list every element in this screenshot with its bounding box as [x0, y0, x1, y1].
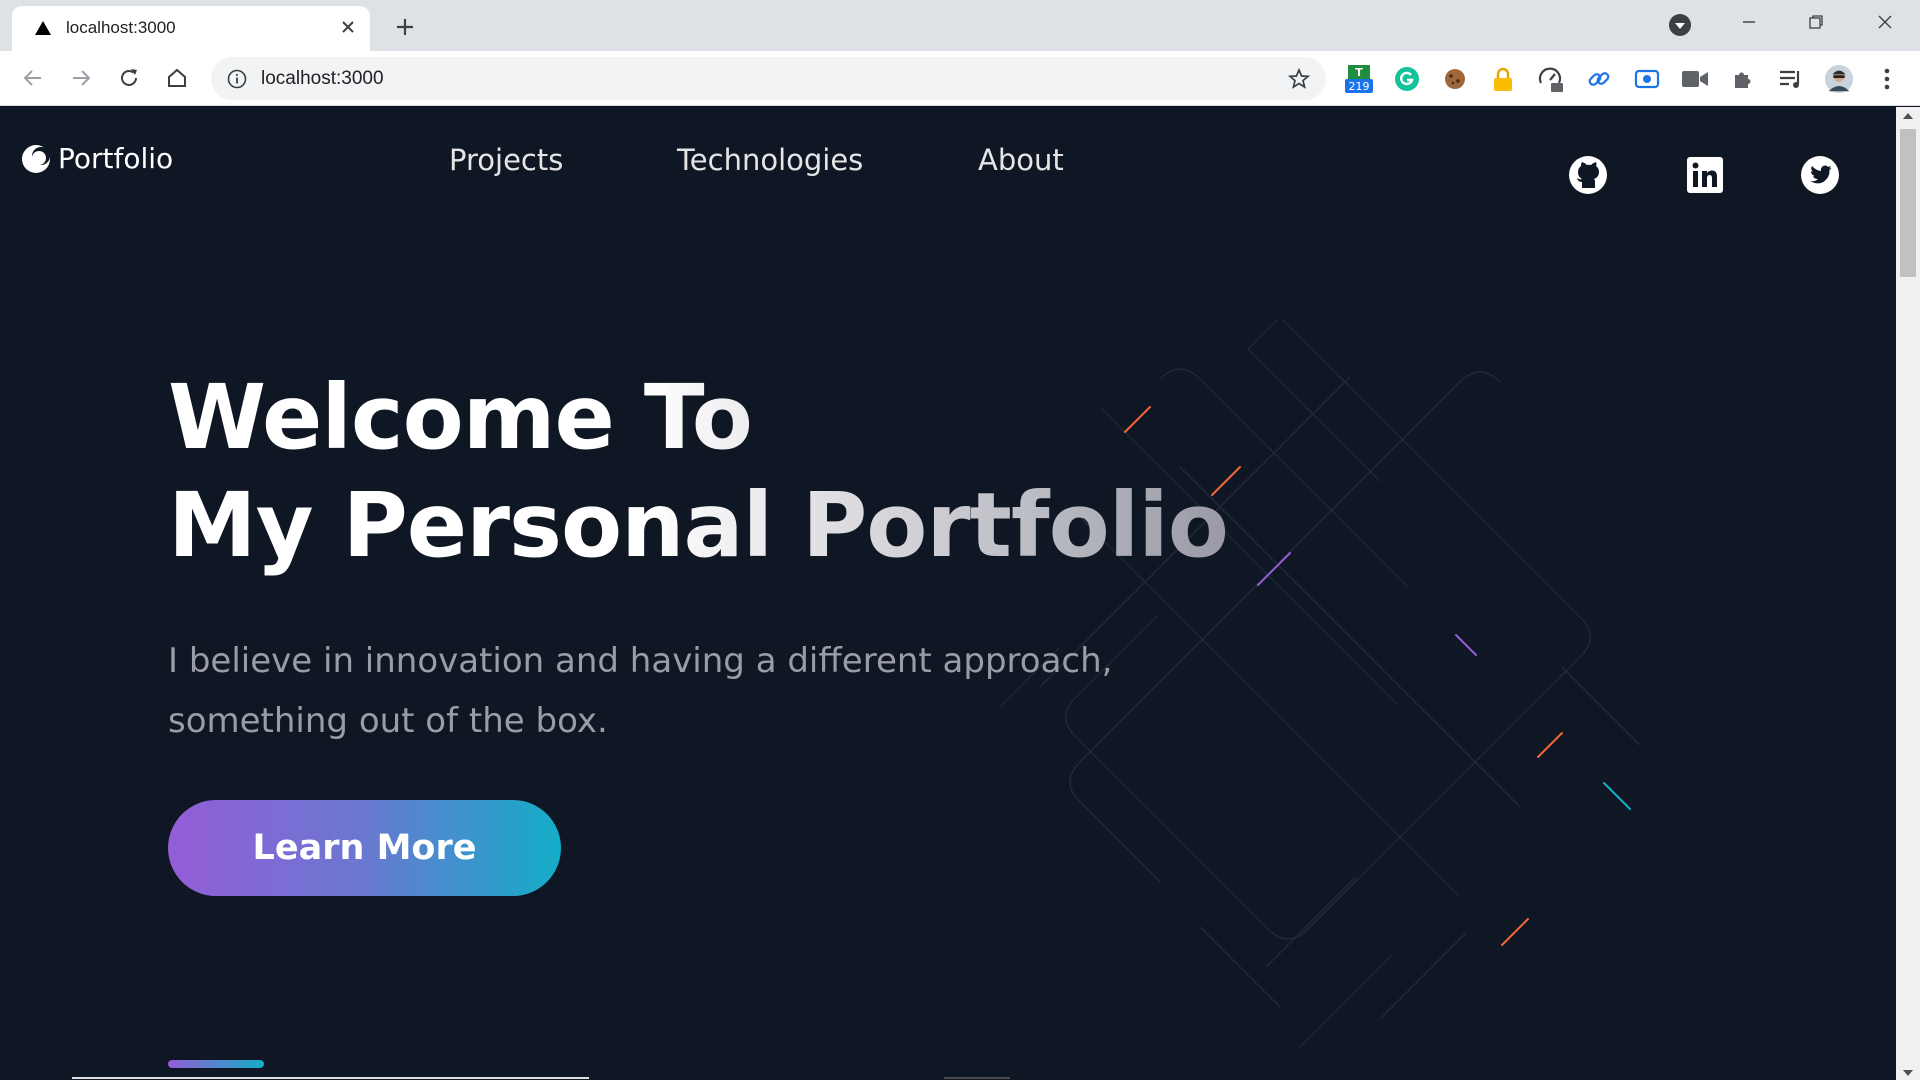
nav-link-technologies[interactable]: Technologies: [677, 143, 863, 177]
browser-tab-strip: localhost:3000: [0, 0, 1920, 51]
close-tab-icon[interactable]: [334, 13, 362, 41]
reload-icon[interactable]: [114, 63, 144, 93]
linkedin-icon[interactable]: [1683, 153, 1727, 197]
brand-name: Portfolio: [58, 142, 174, 175]
address-bar[interactable]: localhost:3000: [211, 57, 1326, 100]
browser-tab[interactable]: localhost:3000: [12, 6, 370, 51]
hero-title-line-1: Welcome To: [168, 365, 752, 469]
twitter-icon[interactable]: [1798, 153, 1842, 197]
link-icon[interactable]: [1584, 64, 1614, 94]
page-scrollbar[interactable]: [1896, 107, 1920, 1080]
url-text[interactable]: localhost:3000: [261, 68, 384, 90]
minimize-window-icon[interactable]: [1726, 6, 1772, 38]
brand-logo[interactable]: Portfolio: [20, 142, 173, 175]
site-info-icon[interactable]: [226, 68, 248, 90]
restore-window-icon[interactable]: [1793, 6, 1839, 38]
portfolio-logo-icon: [22, 144, 50, 173]
screen-capture-icon[interactable]: [1632, 64, 1662, 94]
scrollbar-thumb[interactable]: [1900, 129, 1916, 277]
hero-title: Welcome To My Personal Portfolio: [168, 363, 1228, 579]
bottom-progress-line-secondary: [944, 1077, 1010, 1079]
grammarly-icon[interactable]: [1392, 64, 1422, 94]
scroll-up-arrow-icon[interactable]: [1903, 113, 1913, 119]
tab-title: localhost:3000: [66, 18, 176, 37]
background-line-art: [999, 318, 1641, 1048]
nav-link-projects[interactable]: Projects: [449, 143, 563, 177]
forward-arrow-icon[interactable]: [66, 63, 96, 93]
close-window-icon[interactable]: [1862, 6, 1908, 38]
profile-avatar[interactable]: [1824, 64, 1854, 94]
speed-gauge-icon[interactable]: [1536, 64, 1566, 94]
section-divider-accent: [168, 1060, 264, 1068]
learn-more-button[interactable]: Learn More: [168, 800, 561, 896]
kebab-menu-icon[interactable]: [1872, 64, 1902, 94]
browser-toolbar: localhost:3000 T 219: [0, 51, 1920, 106]
bookmark-star-icon[interactable]: [1287, 67, 1311, 91]
media-queue-icon[interactable]: [1776, 64, 1806, 94]
portfolio-page: Portfolio Projects Technologies About We…: [0, 107, 1896, 1080]
video-camera-icon[interactable]: [1680, 64, 1710, 94]
new-tab-icon[interactable]: [390, 12, 420, 42]
svg-text:219: 219: [1349, 80, 1370, 93]
home-icon[interactable]: [162, 63, 192, 93]
vercel-triangle-icon: [35, 21, 51, 35]
bottom-progress-line: [72, 1077, 589, 1079]
lock-extension-icon[interactable]: [1488, 64, 1518, 94]
tab-search-icon[interactable]: [1668, 13, 1692, 37]
github-icon[interactable]: [1566, 153, 1610, 197]
svg-text:T: T: [1355, 66, 1363, 79]
cookie-icon[interactable]: [1440, 64, 1470, 94]
hero-title-line-2: My Personal Portfolio: [168, 473, 1228, 577]
nav-link-about[interactable]: About: [978, 143, 1064, 177]
calendar-extension-icon[interactable]: T 219: [1344, 64, 1374, 94]
scroll-down-arrow-icon[interactable]: [1903, 1070, 1913, 1076]
back-arrow-icon[interactable]: [18, 63, 48, 93]
puzzle-extensions-icon[interactable]: [1728, 64, 1758, 94]
hero-subtitle: I believe in innovation and having a dif…: [168, 641, 1113, 741]
